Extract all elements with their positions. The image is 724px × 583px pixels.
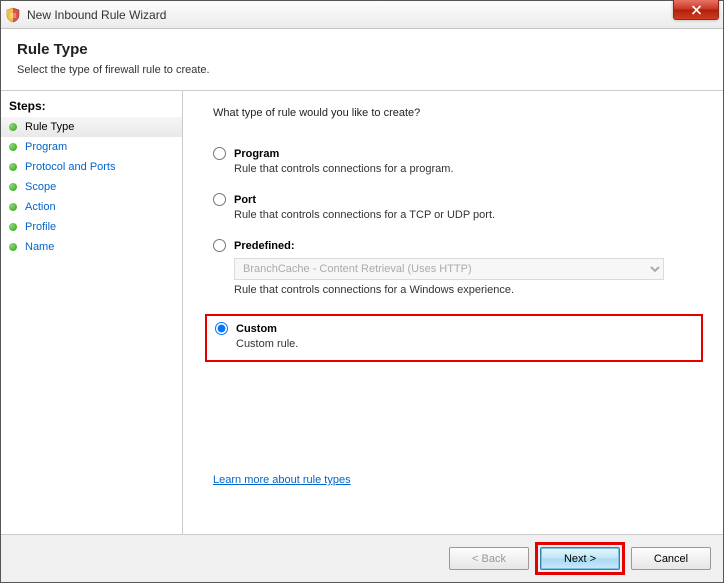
step-label: Action (25, 201, 56, 213)
bullet-icon (9, 243, 17, 251)
back-button[interactable]: < Back (449, 547, 529, 570)
option-predefined: Predefined: BranchCache - Content Retrie… (213, 239, 703, 296)
step-name[interactable]: Name (1, 237, 182, 257)
step-program[interactable]: Program (1, 137, 182, 157)
option-desc: Rule that controls connections for a TCP… (234, 209, 703, 221)
step-profile[interactable]: Profile (1, 217, 182, 237)
step-rule-type[interactable]: Rule Type (1, 117, 182, 137)
highlight-next: Next > (535, 542, 625, 575)
cancel-button[interactable]: Cancel (631, 547, 711, 570)
step-label: Name (25, 241, 54, 253)
highlight-custom: Custom Custom rule. (205, 314, 703, 362)
rule-type-options: Program Rule that controls connections f… (213, 147, 703, 362)
page-subtitle: Select the type of firewall rule to crea… (17, 64, 707, 76)
steps-sidebar: Steps: Rule Type Program Protocol and Po… (1, 91, 183, 534)
header-pane: Rule Type Select the type of firewall ru… (1, 29, 723, 91)
option-program: Program Rule that controls connections f… (213, 147, 703, 175)
bullet-icon (9, 183, 17, 191)
radio-predefined[interactable] (213, 239, 226, 252)
radio-program[interactable] (213, 147, 226, 160)
wizard-window: New Inbound Rule Wizard Rule Type Select… (0, 0, 724, 583)
bullet-icon (9, 143, 17, 151)
option-label: Custom (236, 323, 277, 335)
option-port: Port Rule that controls connections for … (213, 193, 703, 221)
window-title: New Inbound Rule Wizard (27, 8, 166, 22)
option-desc: Custom rule. (236, 338, 693, 350)
step-label: Rule Type (25, 121, 74, 133)
step-label: Program (25, 141, 67, 153)
option-desc: Rule that controls connections for a pro… (234, 163, 703, 175)
bullet-icon (9, 223, 17, 231)
radio-port[interactable] (213, 193, 226, 206)
bullet-icon (9, 163, 17, 171)
footer-buttons: < Back Next > Cancel (1, 534, 723, 582)
radio-custom[interactable] (215, 322, 228, 335)
step-label: Protocol and Ports (25, 161, 116, 173)
titlebar: New Inbound Rule Wizard (1, 1, 723, 29)
option-label: Port (234, 194, 256, 206)
step-label: Scope (25, 181, 56, 193)
main-content: What type of rule would you like to crea… (183, 91, 723, 534)
option-label: Program (234, 148, 279, 160)
step-action[interactable]: Action (1, 197, 182, 217)
step-label: Profile (25, 221, 56, 233)
option-label: Predefined: (234, 240, 295, 252)
step-protocol-ports[interactable]: Protocol and Ports (1, 157, 182, 177)
question-text: What type of rule would you like to crea… (213, 107, 703, 119)
body: Steps: Rule Type Program Protocol and Po… (1, 91, 723, 534)
steps-heading: Steps: (1, 99, 182, 117)
firewall-shield-icon (5, 7, 21, 23)
option-custom: Custom Custom rule. (215, 322, 693, 350)
step-scope[interactable]: Scope (1, 177, 182, 197)
page-title: Rule Type (17, 41, 707, 58)
learn-more-link[interactable]: Learn more about rule types (213, 474, 703, 486)
close-button[interactable] (673, 0, 719, 20)
bullet-icon (9, 203, 17, 211)
option-desc: Rule that controls connections for a Win… (234, 284, 703, 296)
predefined-dropdown[interactable]: BranchCache - Content Retrieval (Uses HT… (234, 258, 664, 280)
bullet-icon (9, 123, 17, 131)
next-button[interactable]: Next > (540, 547, 620, 570)
